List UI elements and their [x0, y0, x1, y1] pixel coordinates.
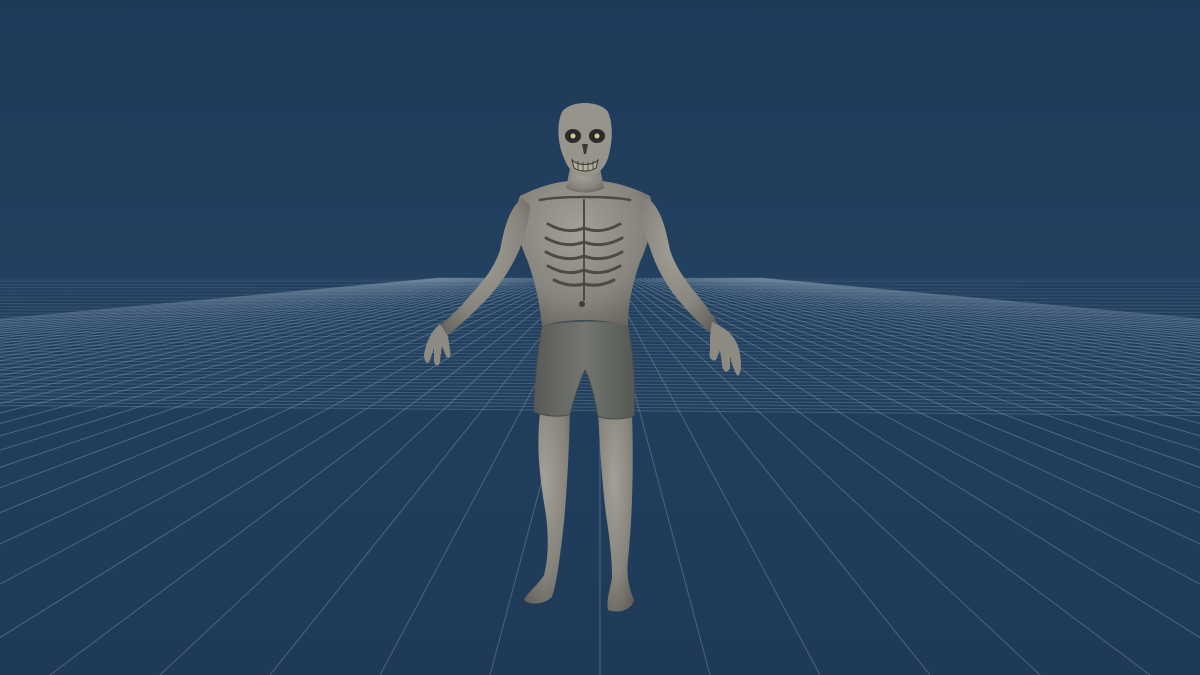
model-navel — [579, 301, 585, 307]
scene-canvas[interactable] — [0, 0, 1200, 675]
3d-viewport[interactable] — [0, 0, 1200, 675]
